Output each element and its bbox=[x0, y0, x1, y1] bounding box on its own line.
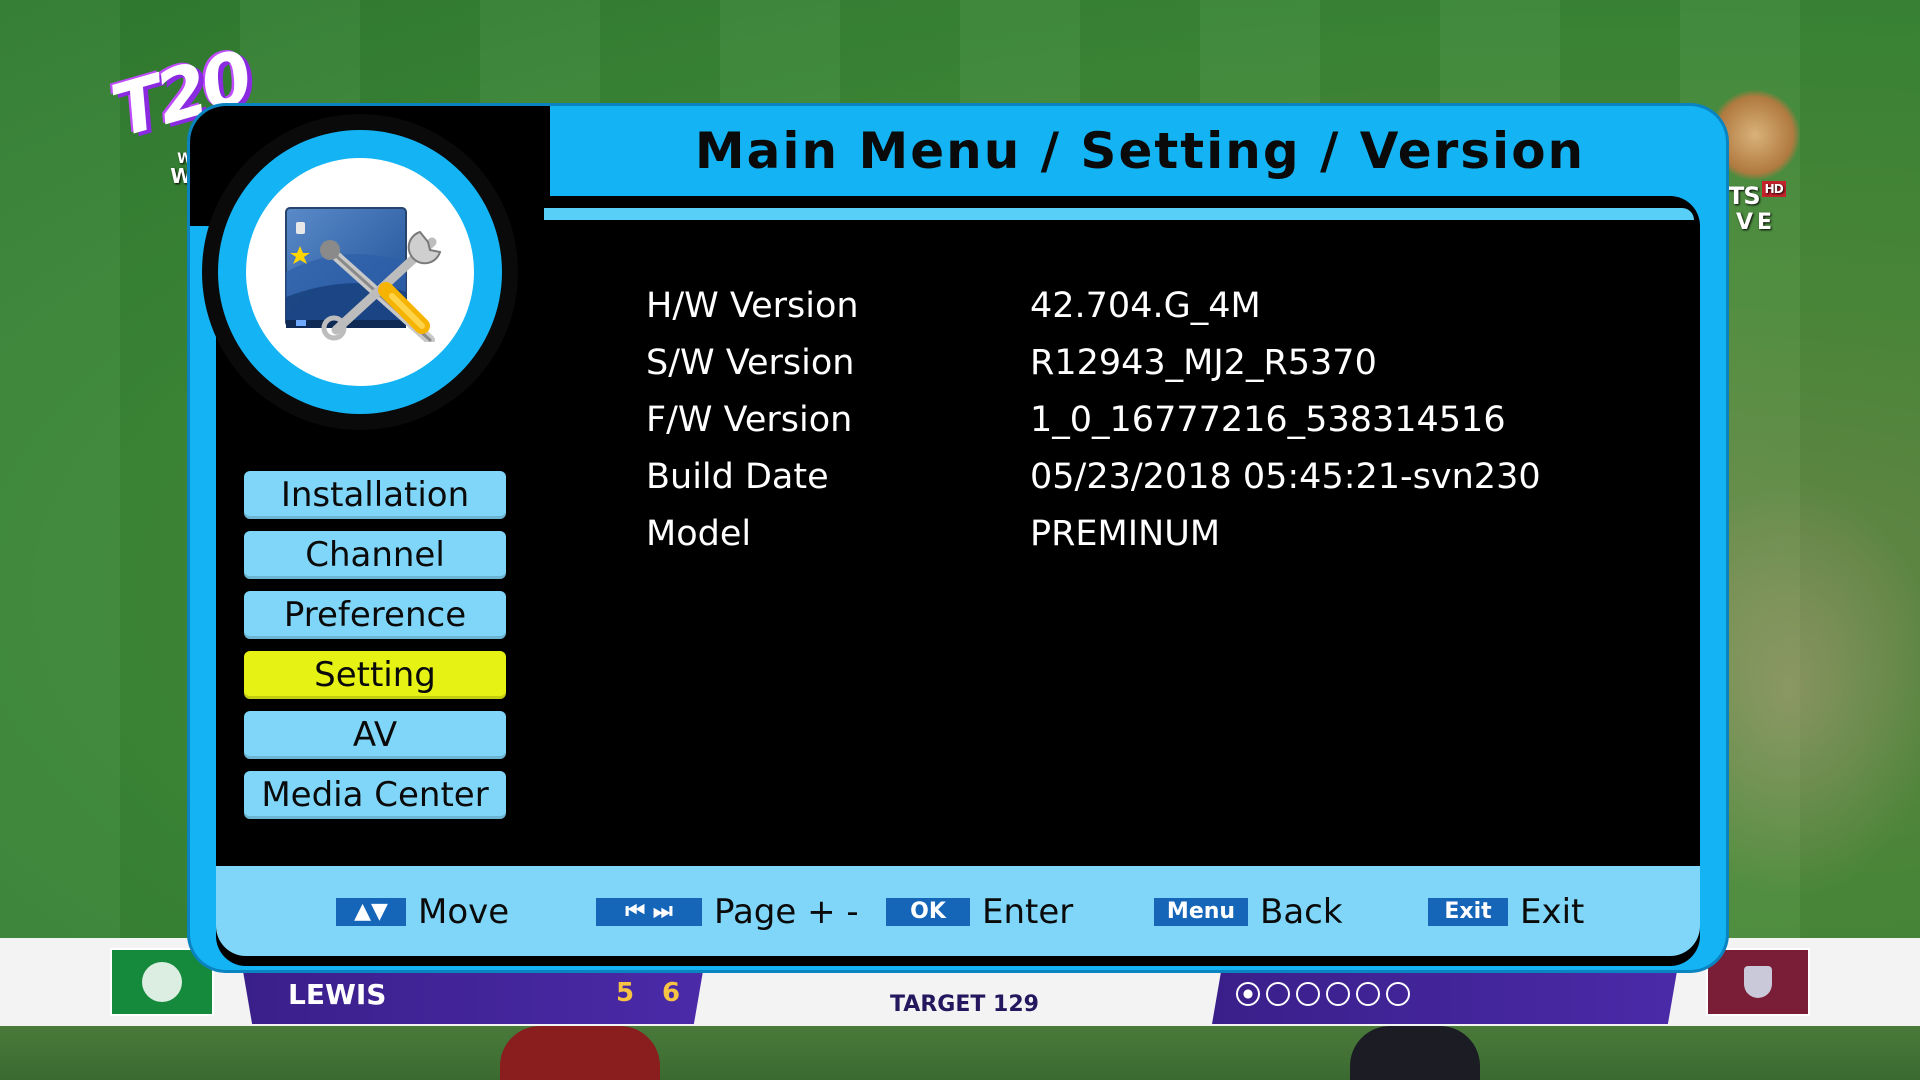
nav-item-av[interactable]: AV bbox=[244, 711, 506, 759]
ball-indicator bbox=[1296, 982, 1320, 1006]
skip-keys-icon: ⏮ ⏭ bbox=[596, 898, 702, 926]
nav-item-installation[interactable]: Installation bbox=[244, 471, 506, 519]
osd-footer: ▲▼ Move ⏮ ⏭ Page + - OK Enter Menu Back … bbox=[216, 866, 1700, 956]
channel-name: TS HD bbox=[1728, 181, 1786, 210]
hint-back: Menu Back bbox=[1154, 890, 1343, 934]
settings-icon-badge bbox=[202, 114, 518, 430]
ball-indicator bbox=[1356, 982, 1380, 1006]
exit-key-icon: Exit bbox=[1428, 898, 1508, 926]
hint-move: ▲▼ Move bbox=[336, 890, 509, 934]
ball-indicator bbox=[1326, 982, 1350, 1006]
icon-ring-inner bbox=[246, 158, 474, 386]
osd-menu-window: Main Menu / Setting / Version ▲▼ Move ⏮ … bbox=[190, 106, 1726, 970]
players-strip bbox=[0, 1026, 1920, 1080]
channel-sub-text: VE bbox=[1736, 210, 1777, 235]
flag-emblem-icon bbox=[142, 962, 182, 1002]
left-nav-menu: Installation Channel Preference Setting … bbox=[244, 471, 506, 831]
nav-item-media-center[interactable]: Media Center bbox=[244, 771, 506, 819]
hint-enter: OK Enter bbox=[886, 890, 1073, 934]
hint-page-label: Page + - bbox=[714, 892, 859, 932]
ok-key-icon: OK bbox=[886, 898, 970, 926]
ball-indicator bbox=[1236, 982, 1260, 1006]
nav-item-preference[interactable]: Preference bbox=[244, 591, 506, 639]
player-figure bbox=[1350, 1026, 1480, 1080]
info-label: H/W Version bbox=[646, 286, 859, 326]
hint-move-label: Move bbox=[418, 892, 510, 932]
menu-key-icon: Menu bbox=[1154, 898, 1248, 926]
hint-back-label: Back bbox=[1260, 892, 1343, 932]
info-label: S/W Version bbox=[646, 343, 855, 383]
hint-exit: Exit Exit bbox=[1428, 890, 1584, 934]
batter-balls: 6 bbox=[662, 978, 681, 1008]
content-top-edge bbox=[544, 208, 1694, 220]
team-flag-right bbox=[1706, 948, 1810, 1016]
ball-indicator bbox=[1266, 982, 1290, 1006]
hd-badge: HD bbox=[1761, 181, 1786, 197]
hint-page: ⏮ ⏭ Page + - bbox=[596, 890, 859, 934]
info-label: Model bbox=[646, 514, 752, 554]
page-title: Main Menu / Setting / Version bbox=[694, 122, 1586, 180]
channel-name-text: TS bbox=[1728, 182, 1761, 210]
arrow-keys-icon: ▲▼ bbox=[336, 898, 406, 926]
hint-exit-label: Exit bbox=[1520, 892, 1585, 932]
settings-tools-icon bbox=[285, 207, 442, 342]
info-label: Build Date bbox=[646, 457, 829, 497]
icon-ring bbox=[218, 130, 502, 414]
info-value: 1_0_16777216_538314516 bbox=[1030, 400, 1506, 440]
info-value: 42.704.G_4M bbox=[1030, 286, 1261, 326]
target-text: TARGET 129 bbox=[890, 992, 1039, 1017]
info-value: 05/23/2018 05:45:21-svn230 bbox=[1030, 457, 1541, 497]
hint-enter-label: Enter bbox=[982, 892, 1074, 932]
ball-indicator bbox=[1386, 982, 1410, 1006]
nav-item-channel[interactable]: Channel bbox=[244, 531, 506, 579]
info-value: R12943_MJ2_R5370 bbox=[1030, 343, 1377, 383]
info-value: PREMINUM bbox=[1030, 514, 1221, 554]
nav-item-setting[interactable]: Setting bbox=[244, 651, 506, 699]
info-label: F/W Version bbox=[646, 400, 853, 440]
batter-runs: 5 bbox=[616, 978, 635, 1008]
batter-name: LEWIS bbox=[288, 978, 387, 1011]
player-figure bbox=[500, 1026, 660, 1080]
over-balls-indicator bbox=[1236, 982, 1410, 1006]
crest-icon bbox=[1744, 966, 1772, 998]
